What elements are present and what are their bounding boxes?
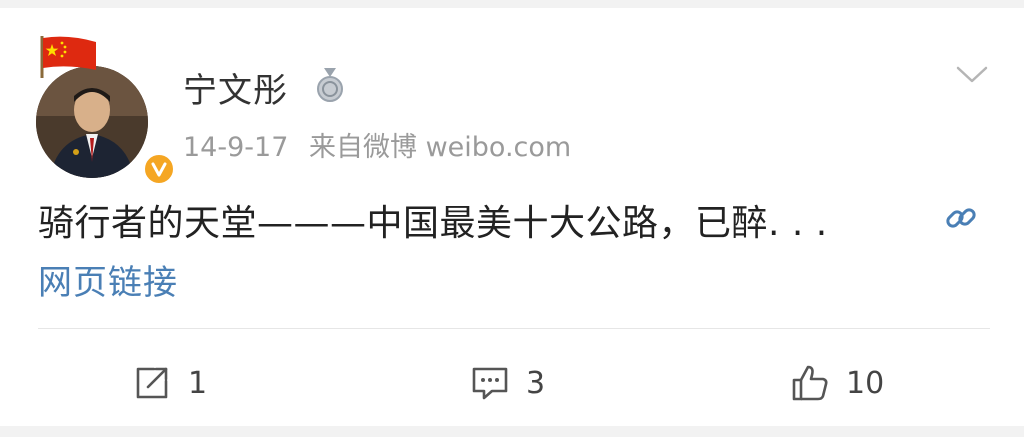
chevron-down-icon[interactable]	[955, 64, 989, 86]
weibo-post-card: 宁文彤 14-9-17 来自微博 weibo.com 骑行者的天堂———中国最美…	[0, 8, 1024, 426]
web-link[interactable]: 网页链接	[38, 255, 178, 304]
avatar[interactable]	[36, 66, 148, 178]
comment-button[interactable]: 3	[470, 360, 545, 406]
post-date: 14-9-17	[183, 132, 289, 163]
post-text: 骑行者的天堂———中国最美十大公路，已醉. . .	[38, 203, 828, 244]
thumbs-up-icon	[792, 365, 828, 401]
comment-count: 3	[526, 365, 546, 401]
verified-badge-icon	[142, 152, 176, 186]
post-meta: 14-9-17 来自微博 weibo.com	[183, 125, 583, 164]
link-icon[interactable]	[943, 200, 979, 236]
post-source: 来自微博 weibo.com	[308, 132, 572, 163]
medal-icon[interactable]	[315, 68, 345, 102]
repost-button[interactable]: 1	[132, 360, 207, 406]
avatar-container[interactable]	[30, 30, 176, 186]
divider	[38, 328, 990, 329]
like-count: 10	[846, 365, 885, 401]
china-flag-icon	[40, 36, 96, 78]
username[interactable]: 宁文彤	[183, 63, 288, 112]
repost-icon	[136, 367, 168, 399]
repost-count: 1	[188, 365, 208, 401]
comment-icon	[472, 367, 508, 400]
like-button[interactable]: 10	[790, 360, 884, 406]
avatar-portrait-icon	[36, 66, 148, 178]
